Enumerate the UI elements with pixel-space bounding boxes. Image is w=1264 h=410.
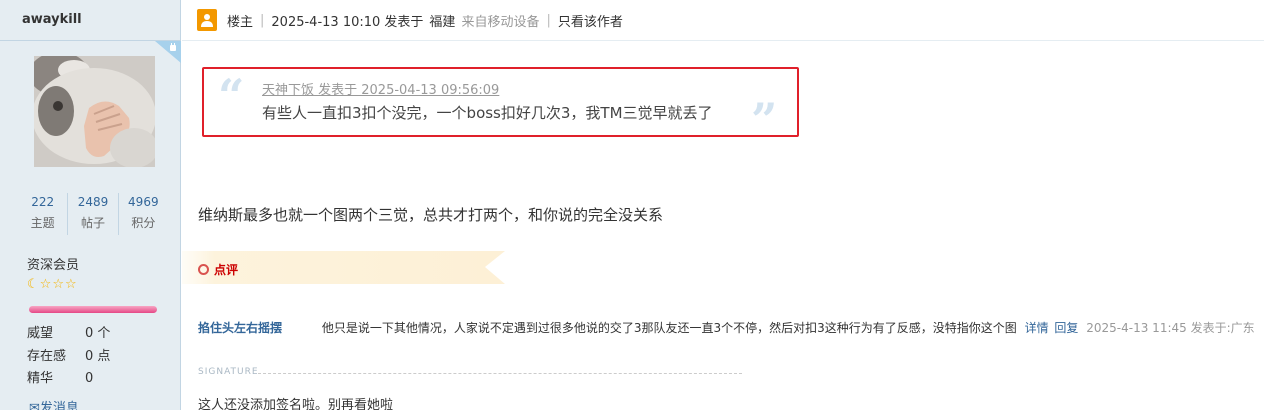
credit-prestige: 威望 0 个: [27, 326, 111, 341]
comment-reply-link[interactable]: 回复: [1054, 321, 1078, 335]
star-icon: ☆: [64, 277, 77, 292]
user-level[interactable]: 资深会员: [27, 254, 79, 273]
comment-row: 掐住头左右摇摆 他只是说一下其他情况，人家说不定遇到过很多他说的交了3那队友还一…: [198, 319, 1264, 336]
poster-role: 楼主: [227, 14, 254, 30]
mail-icon: ✉: [29, 401, 40, 410]
comment-ring-icon: [198, 264, 209, 275]
post-device[interactable]: 来自移动设备: [461, 11, 539, 30]
send-message-link[interactable]: ✉发消息: [29, 397, 79, 410]
android-device-icon: [155, 41, 181, 63]
star-icon: ☆: [39, 277, 52, 292]
signature-divider: [258, 373, 742, 374]
comment-author[interactable]: 掐住头左右摇摆: [198, 319, 318, 336]
divider: |: [260, 12, 265, 28]
post-header: 楼主 | 2025-4-13 10:10 发表于 福建 来自移动设备 | 只看该…: [182, 0, 1264, 41]
credit-presence: 存在感 0 点: [27, 349, 111, 364]
star-icon: ☆: [52, 277, 64, 292]
post-date: 2025-4-13 10:10 发表于: [271, 14, 424, 30]
comment-time: 2025-4-13 11:45 发表于:广东: [1086, 321, 1255, 335]
only-author-link[interactable]: 只看该作者: [558, 11, 623, 30]
post-content: 楼主 | 2025-4-13 10:10 发表于 福建 来自移动设备 | 只看该…: [182, 0, 1264, 410]
signature-label: SIGNATURE: [198, 367, 259, 377]
author-stats: 222 主题 2489 帖子 4969 积分: [18, 193, 168, 235]
avatar[interactable]: [34, 56, 155, 167]
stat-posts[interactable]: 2489 帖子: [67, 193, 117, 235]
comment-label: 点评: [198, 261, 238, 278]
forum-post: awaykill 222 主题 2489 帖子 4969 积分 资深会员 ☾ ☆…: [0, 0, 1264, 410]
comment-text: 他只是说一下其他情况，人家说不定遇到过很多他说的交了3那队友还一直3个不停，然后…: [321, 321, 1017, 335]
rank-stars: ☾ ☆ ☆ ☆: [27, 277, 77, 293]
quote-text: 有些人一直扣3扣个没完，一个boss扣好几次3，我TM三觉早就丢了: [262, 104, 713, 122]
author-name[interactable]: awaykill: [0, 0, 180, 41]
stat-points[interactable]: 4969 积分: [117, 193, 168, 235]
level-progress-bar: [29, 306, 157, 313]
credit-digest: 精华 0: [27, 371, 94, 386]
comment-detail-link[interactable]: 详情: [1025, 321, 1049, 335]
divider: |: [546, 12, 551, 28]
quote-block: “ 天神下饭 发表于 2025-04-13 09:56:09 有些人一直扣3扣个…: [202, 67, 799, 145]
comment-section-header: 点评: [182, 251, 505, 284]
post-body: 维纳斯最多也就一个图两个三觉，总共才打两个，和你说的完全没关系: [198, 206, 664, 224]
stat-threads[interactable]: 222 主题: [18, 193, 67, 235]
signature-text: 这人还没添加签名啦。别再看她啦: [198, 398, 394, 410]
moon-icon: ☾: [27, 277, 39, 292]
quote-source[interactable]: 天神下饭 发表于 2025-04-13 09:56:09: [262, 79, 499, 98]
quote-close-icon: ”: [751, 93, 778, 147]
quote-open-icon: “: [218, 69, 245, 123]
thread-starter-icon: [197, 9, 217, 31]
post-location: 福建: [429, 14, 456, 30]
author-sidebar: awaykill 222 主题 2489 帖子 4969 积分 资深会员 ☾ ☆…: [0, 0, 181, 410]
